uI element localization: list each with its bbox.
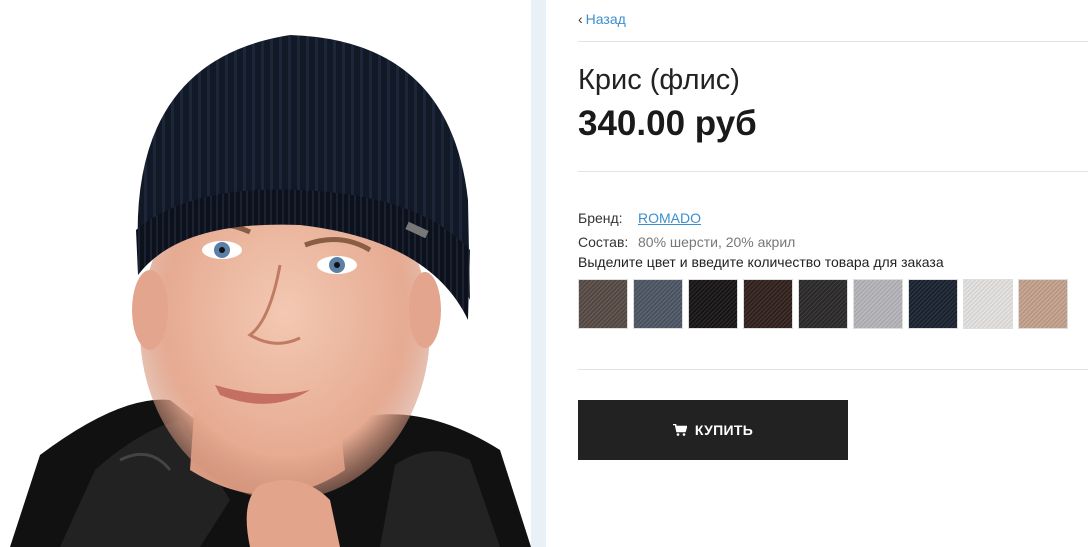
- product-photo: [0, 0, 546, 547]
- swatch-dark-brown[interactable]: [743, 279, 793, 329]
- back-link[interactable]: ‹ Назад: [578, 11, 626, 27]
- swatch-light-grey[interactable]: [853, 279, 903, 329]
- buy-button-label: КУПИТЬ: [694, 422, 754, 438]
- divider: [578, 369, 1088, 370]
- model-in-beanie-illustration: [0, 0, 546, 547]
- property-key: Бренд:: [578, 210, 623, 226]
- divider: [578, 171, 1088, 172]
- swatch-brown-grey[interactable]: [578, 279, 628, 329]
- photo-edge: [531, 0, 546, 547]
- property-value: 80% шерсти, 20% акрил: [638, 234, 796, 250]
- buy-button[interactable]: КУПИТЬ: [578, 400, 848, 460]
- chevron-left-icon: ‹: [578, 11, 583, 27]
- product-properties: Бренд: ROMADO Состав: 80% шерсти, 20% ак…: [578, 206, 795, 254]
- brand-link[interactable]: ROMADO: [638, 210, 701, 226]
- swatch-steel-blue[interactable]: [633, 279, 683, 329]
- property-composition: Состав: 80% шерсти, 20% акрил: [578, 230, 795, 254]
- color-hint: Выделите цвет и введите количество товар…: [578, 254, 944, 270]
- swatch-white[interactable]: [963, 279, 1013, 329]
- swatch-charcoal[interactable]: [798, 279, 848, 329]
- property-key: Состав:: [578, 234, 629, 250]
- property-brand: Бренд: ROMADO: [578, 206, 795, 230]
- color-swatches: [578, 279, 1068, 329]
- swatch-navy[interactable]: [908, 279, 958, 329]
- swatch-beige[interactable]: [1018, 279, 1068, 329]
- product-title: Крис (флис): [578, 64, 740, 96]
- divider: [578, 41, 1088, 42]
- swatch-black[interactable]: [688, 279, 738, 329]
- back-link-label: Назад: [585, 11, 626, 27]
- product-price: 340.00 руб: [578, 104, 757, 143]
- cart-icon: [672, 424, 687, 436]
